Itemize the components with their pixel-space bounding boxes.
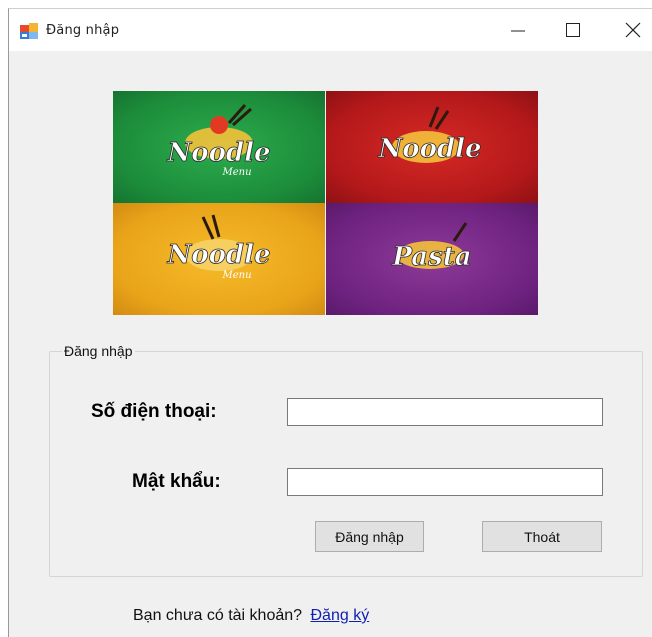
groupbox-legend: Đăng nhập xyxy=(62,343,135,359)
register-prompt: Bạn chưa có tài khoản? Đăng ký xyxy=(133,607,369,625)
minimize-icon[interactable] xyxy=(496,9,540,51)
maximize-icon[interactable] xyxy=(551,9,595,51)
tile-title: Pasta xyxy=(391,242,471,272)
winforms-app-icon xyxy=(20,23,38,39)
noodle-menu-tile-yellow: Noodle Menu xyxy=(113,203,325,315)
tile-title: Noodle xyxy=(166,240,270,270)
close-icon[interactable] xyxy=(611,9,652,51)
login-groupbox: Đăng nhập Số điện thoại: Mật khẩu: Đăng … xyxy=(49,343,643,577)
register-prompt-text: Bạn chưa có tài khoản? xyxy=(133,607,303,624)
login-button[interactable]: Đăng nhập xyxy=(315,521,424,552)
tile-subtitle: Menu xyxy=(221,270,251,281)
noodle-tile-red: Noodle xyxy=(326,91,538,203)
pasta-tile-purple: Pasta xyxy=(326,203,538,315)
menu-banner-image: Noodle Menu Noodle Noodle Menu Pasta xyxy=(113,91,538,315)
password-input[interactable] xyxy=(287,468,603,496)
window-title: Đăng nhập xyxy=(46,23,120,38)
tile-subtitle: Menu xyxy=(221,167,251,178)
title-bar[interactable]: Đăng nhập xyxy=(9,9,652,51)
noodle-menu-tile-green: Noodle Menu xyxy=(113,91,325,203)
tile-title: Noodle xyxy=(166,138,270,168)
password-label: Mật khẩu: xyxy=(132,471,221,492)
login-window: Đăng nhập Noodle Menu Noodle Noodle Menu… xyxy=(8,8,652,637)
phone-input[interactable] xyxy=(287,398,603,426)
phone-label: Số điện thoại: xyxy=(91,401,217,422)
tile-title: Noodle xyxy=(377,134,481,164)
register-link[interactable]: Đăng ký xyxy=(311,607,370,624)
exit-button[interactable]: Thoát xyxy=(482,521,602,552)
